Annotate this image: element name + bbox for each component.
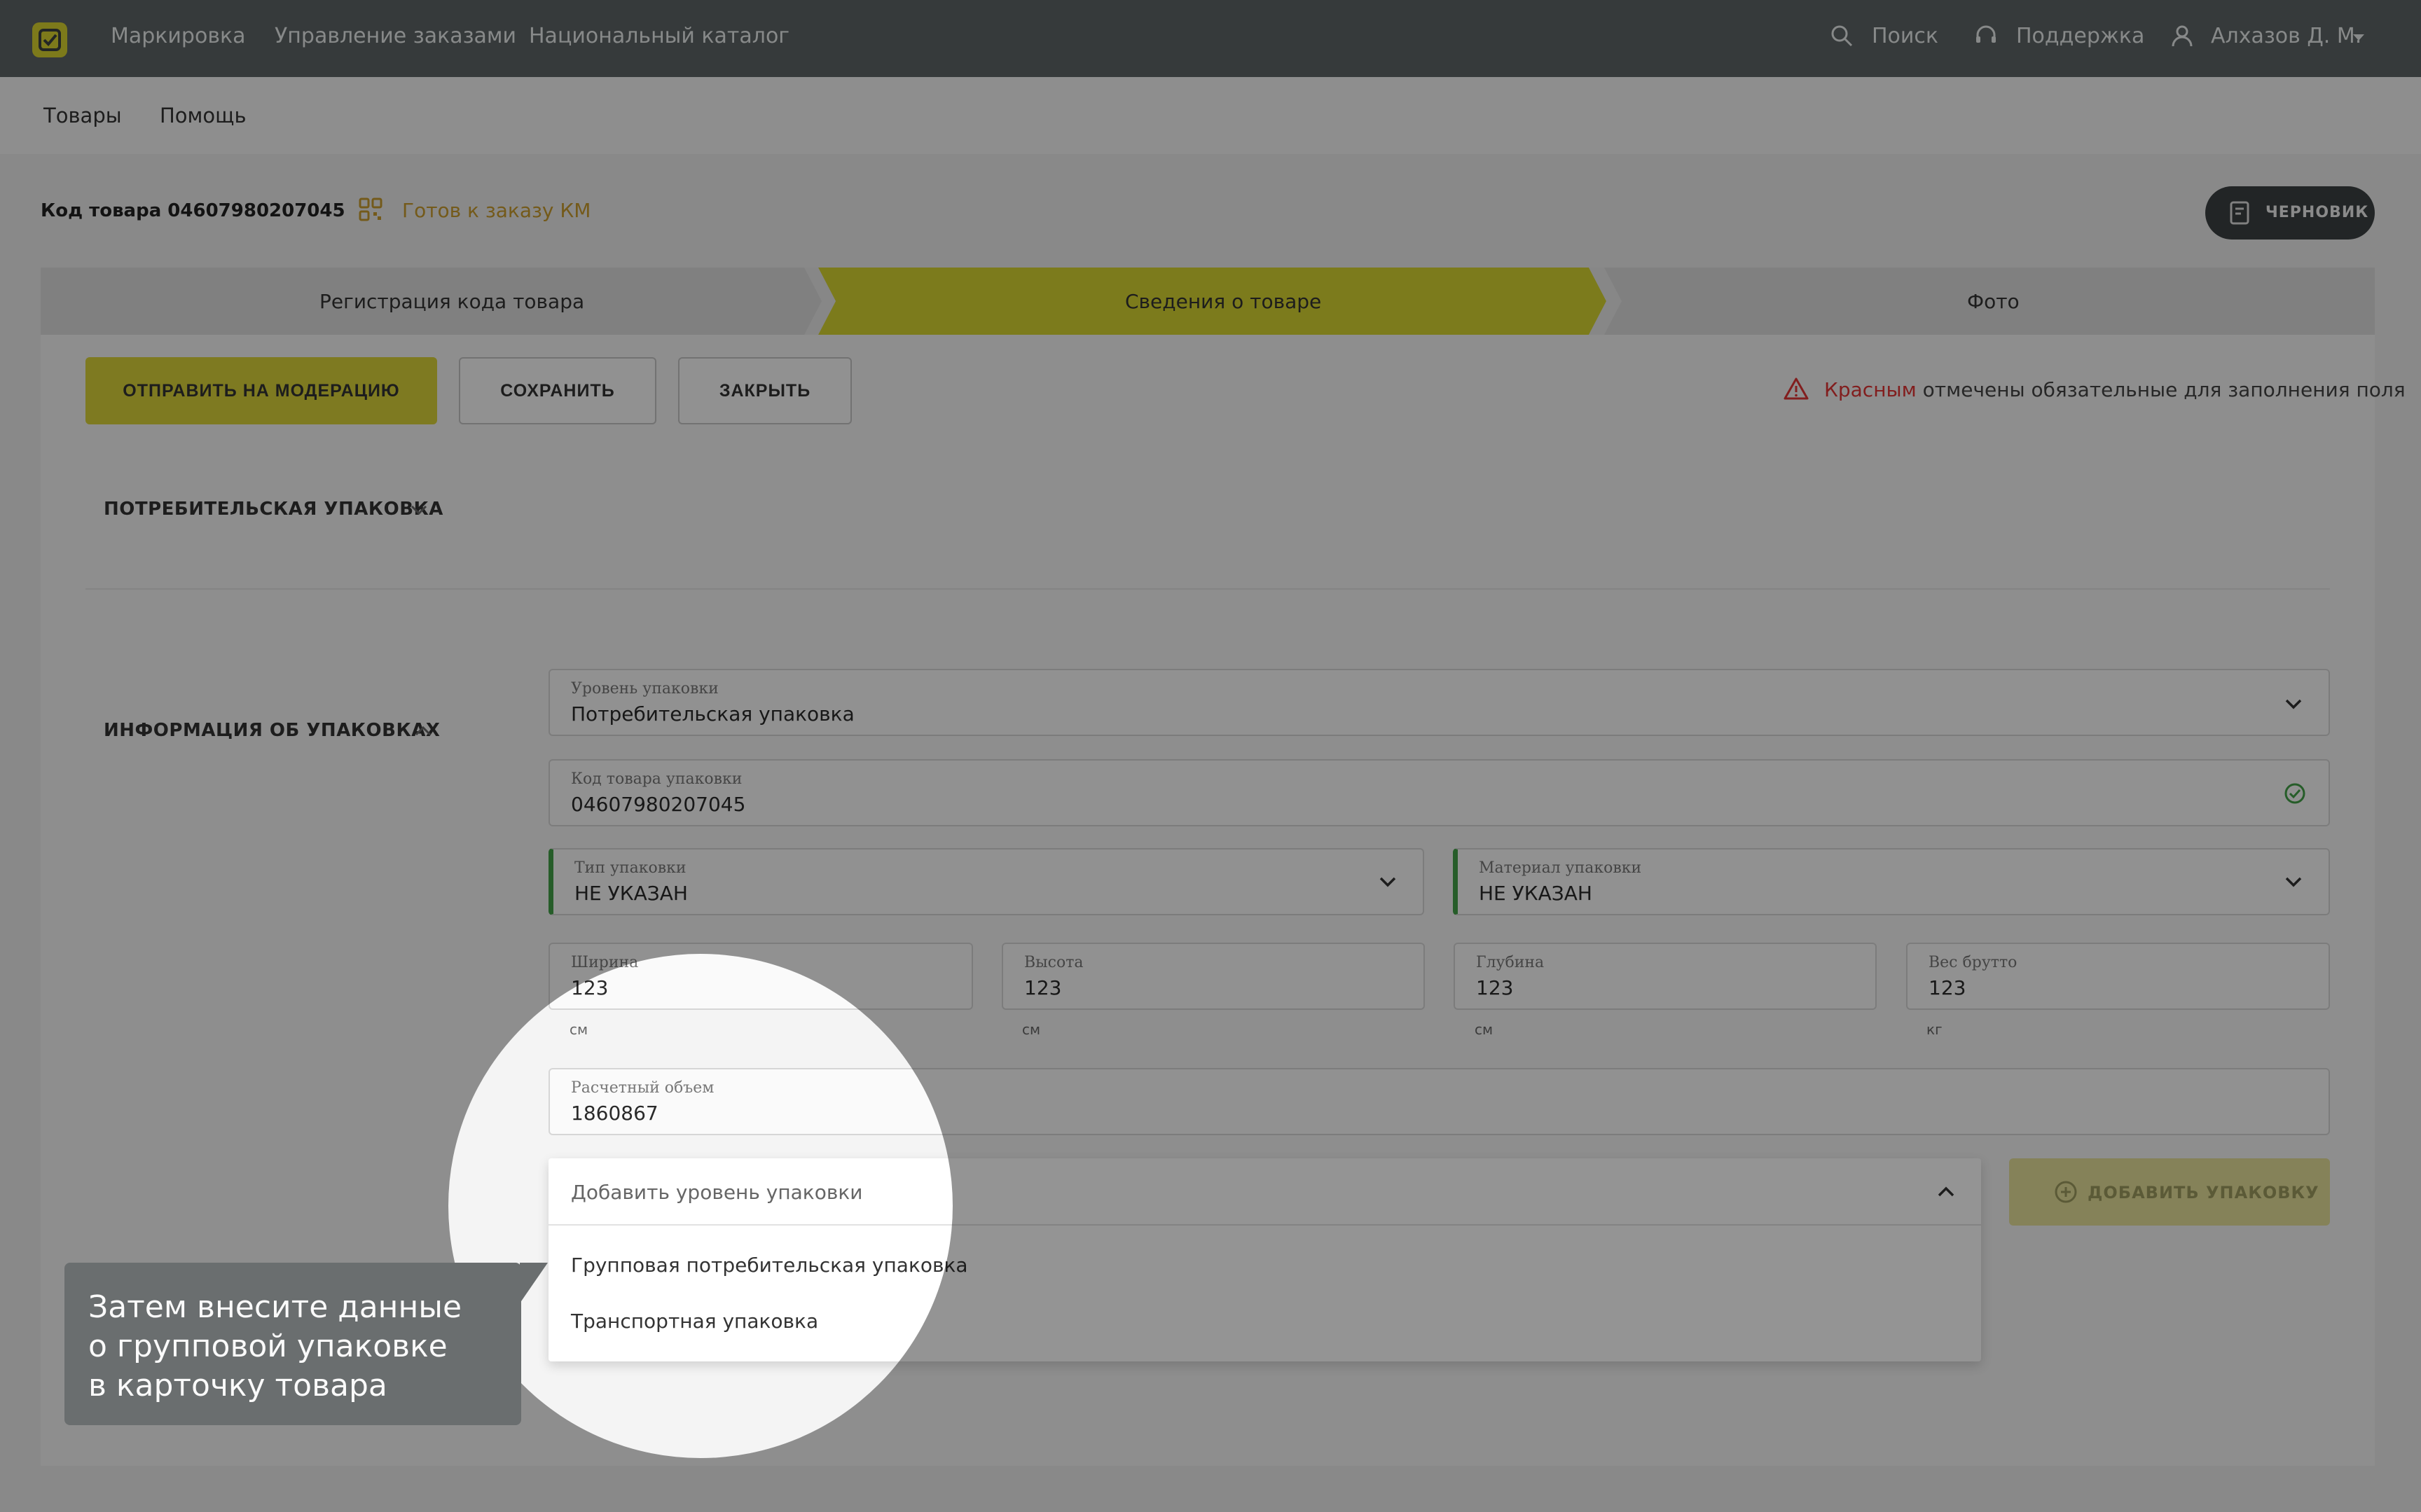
callout-line: в карточку товара: [88, 1368, 387, 1403]
consumer-pack-section-title[interactable]: ПОТРЕБИТЕЛЬСКАЯ УПАКОВКА: [104, 499, 443, 520]
product-code-label: Код товара 04607980207045: [41, 200, 345, 221]
user-icon[interactable]: [2170, 24, 2194, 48]
qr-code-icon: [359, 197, 382, 221]
option-transport-pack[interactable]: Транспортная упаковка: [571, 1310, 818, 1333]
caret-down-icon[interactable]: [2352, 34, 2365, 42]
field-value: 123: [1476, 976, 1514, 999]
chevron-down-icon[interactable]: [2284, 698, 2303, 709]
add-level-dropdown[interactable]: Добавить уровень упаковки Групповая потр…: [549, 1158, 1981, 1361]
subnav-item-help[interactable]: Помощь: [160, 104, 247, 127]
height-input[interactable]: Высота 123: [1002, 943, 1425, 1010]
submit-moderation-button[interactable]: ОТПРАВИТЬ НА МОДЕРАЦИЮ: [85, 357, 437, 424]
field-value: 04607980207045: [571, 793, 746, 816]
field-label: Материал упаковки: [1479, 859, 1642, 877]
support-link[interactable]: Поддержка: [2016, 24, 2144, 48]
field-value: 123: [1929, 976, 1966, 999]
draft-icon: [2230, 201, 2249, 225]
chevron-down-icon[interactable]: [2284, 876, 2303, 887]
step-photo[interactable]: Фото: [1967, 290, 2020, 313]
callout-line: о групповой упаковке: [88, 1329, 448, 1364]
check-circle-icon: [2284, 783, 2305, 804]
close-button[interactable]: ЗАКРЫТЬ: [678, 357, 852, 424]
width-unit: см: [570, 1021, 588, 1038]
field-label: Код товара упаковки: [571, 770, 743, 788]
required-red-word: Красным: [1824, 378, 1917, 401]
headset-icon[interactable]: [1974, 24, 1998, 48]
height-unit: см: [1022, 1021, 1041, 1038]
pack-info-section-title[interactable]: ИНФОРМАЦИЯ ОБ УПАКОВКАХ: [104, 720, 440, 741]
chevron-down-icon[interactable]: [411, 504, 427, 515]
field-value: Потребительская упаковка: [571, 702, 855, 726]
nav-item-catalog[interactable]: Национальный каталог: [529, 24, 789, 48]
search-icon[interactable]: [1830, 24, 1854, 48]
draft-label: ЧЕРНОВИК: [2265, 204, 2369, 221]
nav-item-orders[interactable]: Управление заказами: [275, 24, 516, 48]
step-registration[interactable]: Регистрация кода товара: [319, 290, 584, 313]
logo-icon[interactable]: [32, 22, 67, 57]
nav-item-marking[interactable]: Маркировка: [111, 24, 246, 48]
pack-type-select[interactable]: Тип упаковки НЕ УКАЗАН: [549, 848, 1424, 915]
callout-pointer: [520, 1263, 548, 1303]
pack-material-select[interactable]: Материал упаковки НЕ УКАЗАН: [1453, 848, 2330, 915]
gross-weight-input[interactable]: Вес брутто 123: [1906, 943, 2330, 1010]
required-fields-note: Красным отмечены обязательные для заполн…: [1824, 378, 2406, 401]
field-label: Высота: [1024, 954, 1084, 971]
field-label: Расчетный объем: [571, 1079, 715, 1097]
field-label: Ширина: [571, 954, 639, 971]
field-label: Уровень упаковки: [571, 680, 719, 698]
step-product-info[interactable]: Сведения о товаре: [1125, 290, 1321, 313]
depth-input[interactable]: Глубина 123: [1454, 943, 1877, 1010]
field-label: Глубина: [1476, 954, 1545, 971]
pack-code-field[interactable]: Код товара упаковки 04607980207045: [549, 759, 2330, 826]
field-label: Тип упаковки: [574, 859, 687, 877]
plus-circle-icon: [2055, 1181, 2077, 1203]
subnav-item-products[interactable]: Товары: [43, 104, 122, 127]
weight-unit: кг: [1926, 1021, 1943, 1038]
chevron-up-icon[interactable]: [1937, 1186, 1955, 1198]
field-value: 123: [571, 976, 609, 999]
save-button[interactable]: СОХРАНИТЬ: [459, 357, 656, 424]
add-package-label: ДОБАВИТЬ УПАКОВКУ: [2088, 1183, 2319, 1202]
add-level-placeholder: Добавить уровень упаковки: [571, 1181, 863, 1204]
warning-icon: [1784, 377, 1809, 400]
add-level-select[interactable]: Добавить уровень упаковки: [549, 1158, 1981, 1226]
section-divider: [85, 588, 2330, 590]
required-note-text: отмечены обязательные для заполнения пол…: [1916, 378, 2406, 401]
user-name[interactable]: Алхазов Д. М.: [2211, 24, 2361, 48]
chevron-up-icon[interactable]: [415, 726, 432, 737]
tutorial-callout: Затем внесите данные о групповой упаковк…: [64, 1263, 521, 1425]
option-group-consumer-pack[interactable]: Групповая потребительская упаковка: [571, 1254, 968, 1277]
field-value: НЕ УКАЗАН: [1479, 882, 1592, 905]
volume-field: Расчетный объем 1860867: [549, 1068, 2330, 1135]
draft-badge: ЧЕРНОВИК: [2205, 186, 2375, 240]
search-link[interactable]: Поиск: [1872, 24, 1938, 48]
product-status: Готов к заказу КМ: [402, 199, 591, 222]
field-value: 123: [1024, 976, 1062, 999]
pack-level-select[interactable]: Уровень упаковки Потребительская упаковк…: [549, 669, 2330, 736]
chevron-down-icon[interactable]: [1379, 876, 1397, 887]
field-label: Вес брутто: [1929, 954, 2018, 971]
field-value: НЕ УКАЗАН: [574, 882, 688, 905]
callout-line: Затем внесите данные: [88, 1289, 462, 1325]
add-package-button[interactable]: ДОБАВИТЬ УПАКОВКУ: [2009, 1158, 2330, 1226]
depth-unit: см: [1475, 1021, 1494, 1038]
width-input[interactable]: Ширина 123: [549, 943, 973, 1010]
sub-nav-bar: [0, 77, 2421, 154]
field-value: 1860867: [571, 1102, 658, 1125]
